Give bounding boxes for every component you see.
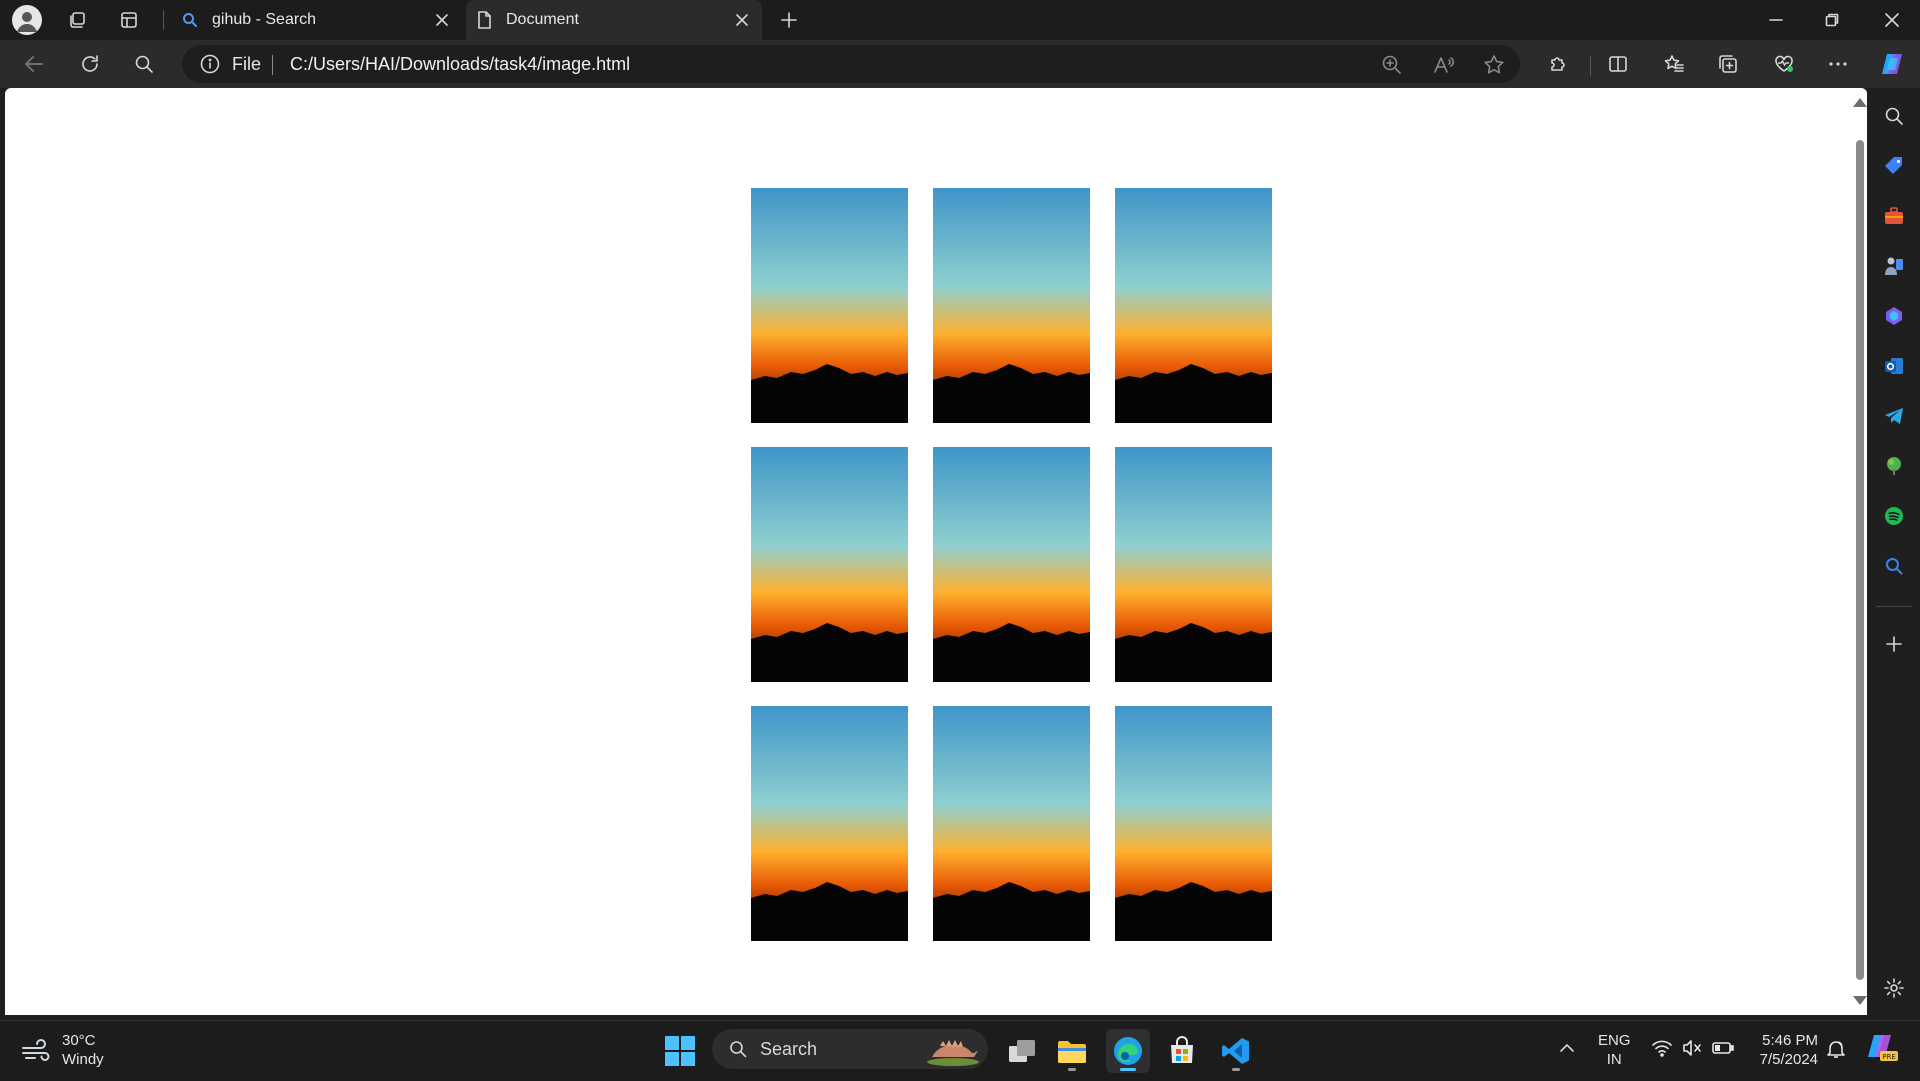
image-grid [751,188,1272,941]
minimize-button[interactable] [1748,0,1804,40]
copilot-icon[interactable] [1874,48,1910,80]
search-icon[interactable] [1878,100,1910,132]
extensions-icon[interactable] [1540,48,1576,80]
running-indicator [1232,1068,1240,1071]
page-viewport [5,88,1867,1015]
sunset-image-9 [1115,706,1272,941]
weather-widget[interactable]: 30°C Windy [20,1031,104,1069]
scrollbar-thumb[interactable] [1856,140,1864,980]
edge-sidebar [1868,88,1920,1015]
volume-muted-icon[interactable] [1682,1039,1702,1057]
vertical-tabs-icon[interactable] [112,4,146,36]
restore-button[interactable] [1804,0,1860,40]
divider [1876,606,1912,607]
tab-document[interactable]: Document [466,0,762,40]
shopping-tag-icon[interactable] [1878,150,1910,182]
sunset-image-8 [933,706,1090,941]
notifications-bell-icon[interactable] [1826,1039,1846,1059]
system-clock[interactable]: 5:46 PM 7/5/2024 [1750,1031,1818,1069]
more-options-icon[interactable] [1820,48,1856,80]
browser-essentials-icon[interactable] [1766,48,1802,80]
scheme-label: File [232,54,262,74]
weather-temp: 30°C [62,1032,96,1049]
active-indicator [1120,1068,1136,1071]
site-info-icon[interactable] [200,54,220,74]
windy-weather-icon [20,1036,52,1064]
copilot-icon[interactable] [1878,300,1910,332]
start-button[interactable] [664,1035,696,1067]
sunset-image-7 [751,706,908,941]
page-icon [474,10,494,30]
sunset-image-5 [933,447,1090,682]
refresh-button[interactable] [72,48,108,80]
file-explorer-icon[interactable] [1050,1029,1094,1073]
divider [272,55,273,75]
split-screen-icon[interactable] [1600,48,1636,80]
wifi-icon[interactable] [1652,1039,1672,1057]
copilot-preview-icon[interactable]: PRE [1864,1033,1898,1063]
url-text[interactable]: C:/Users/HAI/Downloads/task4/image.html [290,54,630,75]
tab-title: gihub - Search [212,11,317,28]
close-tab-icon[interactable] [428,6,456,34]
sunset-image-2 [933,188,1090,423]
collections-icon[interactable] [1710,48,1746,80]
scroll-up-arrow[interactable] [1853,98,1867,107]
vscode-icon[interactable] [1214,1029,1258,1073]
sunset-image-4 [751,447,908,682]
tab-strip: gihub - Search Document [0,0,1920,40]
browser-toolbar: File C:/Users/HAI/Downloads/task4/image.… [0,40,1920,88]
favorites-icon[interactable] [1656,48,1692,80]
search-blue-icon[interactable] [1878,550,1910,582]
search-label: Search [760,1039,818,1059]
svg-text:PRE: PRE [1882,1053,1896,1061]
tab-title: Document [506,11,579,28]
battery-icon[interactable] [1712,1039,1734,1057]
games-icon[interactable] [1878,250,1910,282]
dinosaur-highlight-icon [924,1031,982,1067]
scroll-down-arrow[interactable] [1853,996,1867,1005]
divider [1590,56,1591,76]
settings-icon[interactable] [1878,972,1910,1004]
workspaces-icon[interactable] [60,4,94,36]
search-icon [728,1039,748,1059]
task-view-icon[interactable] [1000,1029,1044,1073]
region-code: IN [1606,1051,1622,1068]
search-icon[interactable] [126,48,162,80]
close-window-button[interactable] [1864,0,1920,40]
close-tab-icon[interactable] [728,6,756,34]
tree-icon[interactable] [1878,450,1910,482]
read-aloud-icon[interactable] [1432,53,1456,77]
favorite-star-icon[interactable] [1482,53,1506,77]
new-tab-button[interactable] [772,4,806,36]
tools-briefcase-icon[interactable] [1878,200,1910,232]
telegram-icon[interactable] [1878,400,1910,432]
clock-time: 5:46 PM [1762,1032,1818,1049]
address-bar[interactable]: File C:/Users/HAI/Downloads/task4/image.… [182,45,1520,83]
search-icon [180,10,200,30]
sunset-image-3 [1115,188,1272,423]
input-language-indicator[interactable]: ENG IN [1598,1031,1631,1069]
clock-date: 7/5/2024 [1759,1051,1818,1068]
outlook-icon[interactable] [1878,350,1910,382]
spotify-icon[interactable] [1878,500,1910,532]
sunset-image-6 [1115,447,1272,682]
zoom-icon[interactable] [1380,53,1404,77]
back-button[interactable] [16,48,52,80]
add-icon[interactable] [1878,628,1910,660]
weather-condition: Windy [62,1051,104,1068]
profile-avatar-icon[interactable] [12,5,42,35]
edge-browser-icon[interactable] [1106,1029,1150,1073]
language-code: ENG [1598,1032,1631,1049]
microsoft-store-icon[interactable] [1160,1029,1204,1073]
running-indicator [1068,1068,1076,1071]
sunset-image-1 [751,188,908,423]
taskbar-search-box[interactable]: Search [712,1029,988,1069]
show-hidden-icons-chevron-icon[interactable] [1558,1039,1576,1057]
tab-gihub-search[interactable]: gihub - Search [172,0,462,40]
windows-taskbar: 30°C Windy Search ENG IN 5:46 PM 7/5/202… [0,1020,1920,1081]
